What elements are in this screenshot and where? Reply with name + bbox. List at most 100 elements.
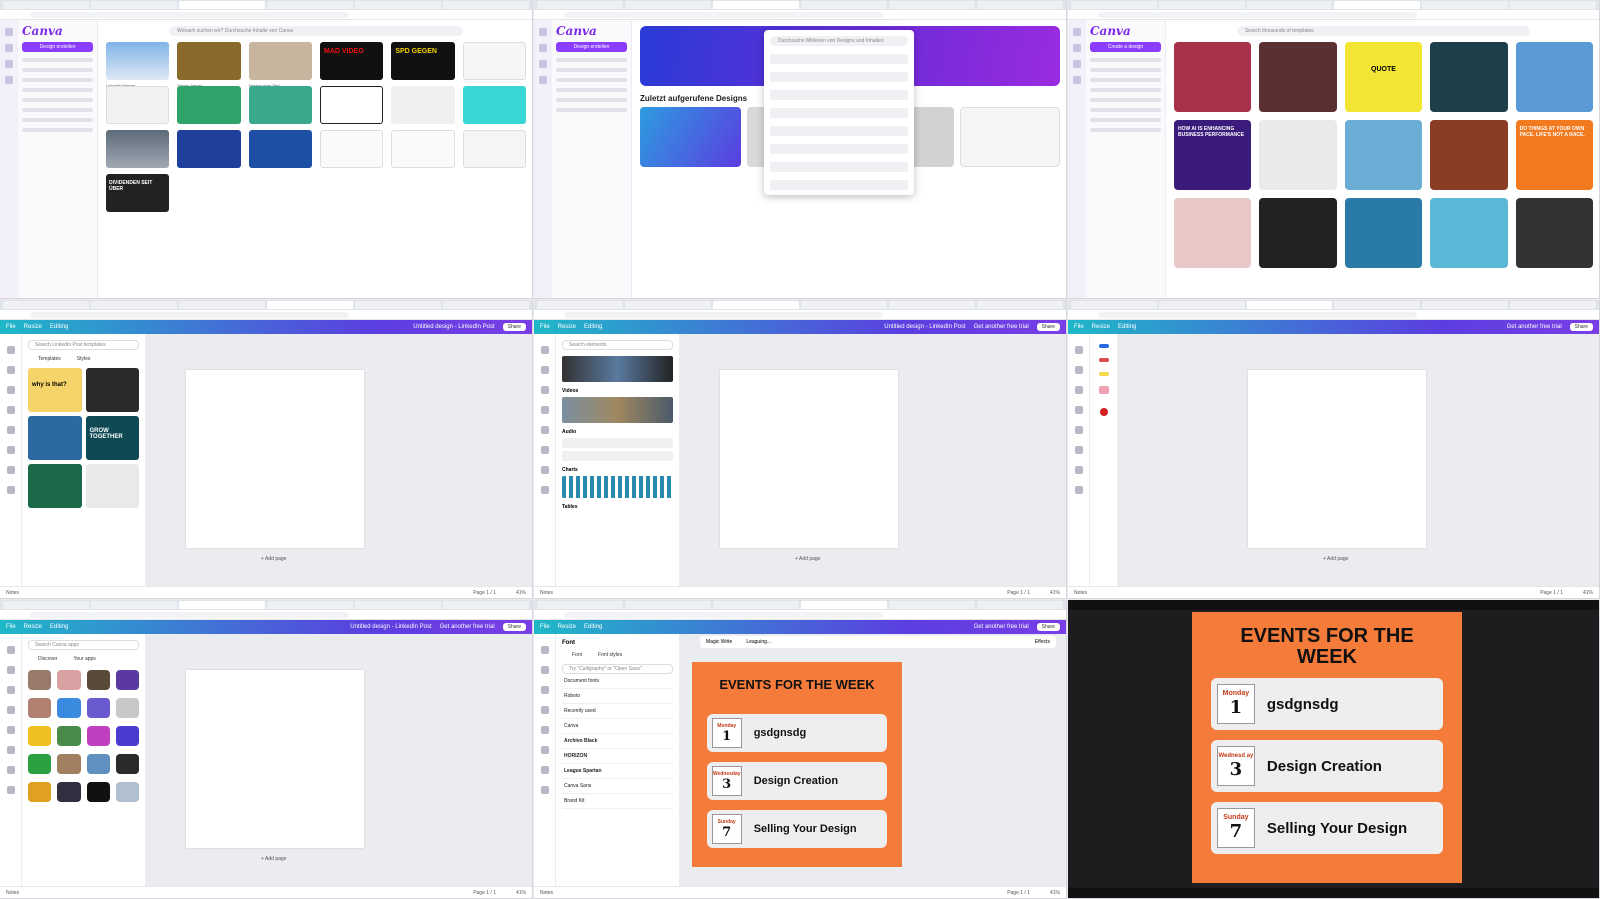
search-input[interactable]: Search elements xyxy=(562,340,673,350)
font-row[interactable]: Brand Kit xyxy=(562,794,673,809)
design-page[interactable] xyxy=(720,370,898,548)
search-input[interactable]: Wonach suchen wir? Durchsuche Inhalte vo… xyxy=(169,26,463,36)
search-input[interactable]: Search Canva apps xyxy=(28,640,139,650)
font-row[interactable]: Recently used xyxy=(562,704,673,719)
event-row[interactable]: Monday 1 gsdgnsdg xyxy=(706,714,888,752)
design-thumb[interactable]: Design ohne Titel xyxy=(248,42,312,88)
eraser-tool-icon[interactable] xyxy=(1098,386,1109,394)
browser-tab[interactable] xyxy=(179,1,265,9)
pen-tool-icon[interactable] xyxy=(1098,344,1109,348)
marker-tool-icon[interactable] xyxy=(1098,358,1109,362)
canva-logo[interactable]: Canva xyxy=(22,24,93,38)
projects-icon[interactable] xyxy=(5,44,13,52)
tab-font-styles[interactable]: Font styles xyxy=(598,652,622,658)
share-button[interactable]: Share xyxy=(502,623,526,631)
design-page[interactable] xyxy=(1248,370,1426,548)
template-card[interactable] xyxy=(1344,198,1423,268)
design-thumb[interactable]: DIVIDENDEN SEIT ÜBER xyxy=(106,174,170,212)
event-name[interactable]: gsdgnsdg xyxy=(754,727,807,739)
design-thumb[interactable] xyxy=(248,130,312,168)
file-menu[interactable]: File xyxy=(6,324,16,330)
template-card[interactable] xyxy=(1259,120,1337,190)
canva-logo[interactable]: Canva xyxy=(1090,24,1161,38)
design-thumb[interactable]: LinkedIn Banner xyxy=(106,42,170,88)
design-thumb[interactable]: MAD VIDEO xyxy=(319,42,384,80)
resize-menu[interactable]: Resize xyxy=(24,324,42,330)
highlighter-tool-icon[interactable] xyxy=(1098,372,1109,376)
template-card[interactable]: why is that? xyxy=(28,368,82,412)
design-thumb[interactable] xyxy=(177,86,241,124)
event-row[interactable]: Sunday 7 Selling Your Design xyxy=(706,810,888,848)
template-card[interactable] xyxy=(28,464,82,508)
design-page[interactable] xyxy=(186,670,364,848)
template-card[interactable] xyxy=(85,368,139,412)
design-thumb[interactable] xyxy=(391,86,455,124)
browser-tab[interactable] xyxy=(443,1,529,9)
template-card[interactable] xyxy=(85,464,139,508)
recent-card[interactable] xyxy=(640,107,741,167)
events-title[interactable]: EVENTS FOR THE WEEK xyxy=(692,678,902,692)
browser-tab[interactable] xyxy=(91,1,177,9)
template-card[interactable]: HOW AI IS ENHANCING BUSINESS PERFORMANCE xyxy=(1174,120,1252,190)
tab-discover[interactable]: Discover xyxy=(38,656,57,662)
event-row[interactable]: Wednesday 3 Design Creation xyxy=(706,762,888,800)
template-card[interactable] xyxy=(1430,42,1508,112)
design-thumb[interactable] xyxy=(177,130,241,168)
effects-button[interactable]: Effects xyxy=(1035,639,1050,645)
template-card[interactable] xyxy=(1430,198,1508,268)
recent-card[interactable] xyxy=(959,107,1060,167)
share-button[interactable]: Share xyxy=(1569,323,1593,331)
tab-your-apps[interactable]: Your apps xyxy=(73,656,95,662)
design-thumb[interactable] xyxy=(462,130,526,168)
share-button[interactable]: Share xyxy=(1036,323,1060,331)
font-row[interactable]: Archivo Black xyxy=(562,734,673,749)
design-thumb[interactable] xyxy=(106,86,170,124)
event-name[interactable]: Design Creation xyxy=(754,775,838,787)
tab-templates[interactable]: Templates xyxy=(38,356,61,362)
canva-logo[interactable]: Canva xyxy=(556,24,627,38)
template-card[interactable] xyxy=(1344,120,1423,190)
font-row[interactable]: Roboto xyxy=(562,689,673,704)
design-thumb[interactable] xyxy=(462,42,526,80)
tab-font[interactable]: Font xyxy=(572,652,582,658)
design-thumb[interactable]: SPD GEGEN xyxy=(391,42,455,80)
font-row[interactable]: Canva Sans xyxy=(562,779,673,794)
font-row[interactable]: HORIZON xyxy=(562,749,673,764)
template-card[interactable] xyxy=(1174,198,1252,268)
brand-icon[interactable] xyxy=(5,76,13,84)
doc-title[interactable]: Untitled design - LinkedIn Post xyxy=(884,324,965,330)
templates-icon[interactable] xyxy=(5,60,13,68)
browser-tab[interactable] xyxy=(267,1,353,9)
color-swatch[interactable] xyxy=(1099,408,1108,416)
template-card[interactable] xyxy=(1515,42,1593,112)
template-card[interactable] xyxy=(1174,42,1252,112)
trial-button[interactable]: Get another free trial xyxy=(974,324,1029,330)
template-card[interactable] xyxy=(1515,198,1593,268)
design-thumb[interactable] xyxy=(319,130,384,168)
template-card[interactable]: GROW TOGETHER xyxy=(85,416,139,460)
template-card[interactable] xyxy=(1430,120,1508,190)
font-row[interactable]: Document fonts xyxy=(562,674,673,689)
template-card[interactable]: DO THINGS AT YOUR OWN PACE. LIFE'S NOT A… xyxy=(1515,120,1593,190)
design-thumb[interactable] xyxy=(319,86,384,124)
events-design[interactable]: EVENTS FOR THE WEEK Monday 1 gsdgnsdg Wed… xyxy=(692,662,902,867)
font-selector[interactable]: Leaguing... xyxy=(746,639,771,645)
search-input[interactable]: Durchsuche Millionen von Designs und Inh… xyxy=(770,36,908,46)
share-button[interactable]: Share xyxy=(502,323,526,331)
font-search-input[interactable]: Try "Calligraphy" or "Open Sans" xyxy=(562,664,673,674)
notes-button[interactable]: Notes xyxy=(6,590,19,596)
tab-styles[interactable]: Styles xyxy=(77,356,91,362)
template-card[interactable]: QUOTE xyxy=(1344,42,1423,112)
magic-write-button[interactable]: Magic Write xyxy=(706,639,732,645)
doc-title[interactable]: Untitled design - LinkedIn Post xyxy=(413,324,494,330)
address-bar[interactable] xyxy=(0,10,532,20)
create-design-button[interactable]: Create a design xyxy=(1090,42,1161,52)
font-row[interactable]: Canva xyxy=(562,719,673,734)
template-card[interactable] xyxy=(1259,42,1337,112)
design-thumb[interactable] xyxy=(391,130,455,168)
template-card[interactable] xyxy=(1259,198,1337,268)
add-page-button[interactable]: + Add page xyxy=(261,556,286,562)
template-card[interactable] xyxy=(28,416,82,460)
editing-menu[interactable]: Editing xyxy=(50,324,68,330)
search-input[interactable]: Search thousands of templates xyxy=(1236,26,1531,36)
